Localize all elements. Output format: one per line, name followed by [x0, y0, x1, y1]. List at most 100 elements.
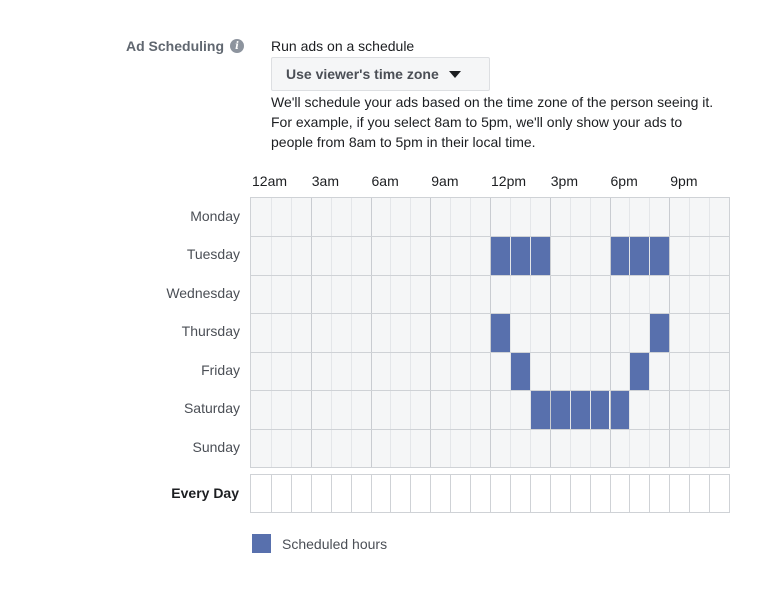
schedule-cell[interactable] [390, 429, 410, 467]
schedule-cell[interactable] [291, 352, 311, 390]
schedule-cell[interactable] [410, 429, 430, 467]
schedule-cell[interactable] [589, 390, 610, 429]
schedule-cell[interactable] [351, 236, 371, 274]
schedule-cell[interactable] [590, 236, 610, 274]
schedule-cell[interactable] [609, 236, 630, 275]
schedule-cell[interactable] [470, 313, 490, 351]
schedule-cell[interactable] [371, 313, 391, 351]
schedule-cell[interactable] [251, 429, 271, 467]
schedule-cell[interactable] [709, 236, 729, 274]
schedule-cell[interactable] [689, 198, 709, 236]
schedule-cell[interactable] [311, 313, 331, 351]
schedule-cell[interactable] [331, 236, 351, 274]
schedule-cell[interactable] [530, 313, 550, 351]
schedule-cell[interactable] [351, 429, 371, 467]
schedule-cell[interactable] [371, 275, 391, 313]
schedule-cell[interactable] [610, 313, 630, 351]
schedule-cell[interactable] [530, 429, 550, 467]
schedule-cell[interactable] [590, 429, 610, 467]
schedule-cell[interactable] [410, 275, 430, 313]
schedule-cell[interactable] [390, 275, 410, 313]
schedule-cell[interactable] [510, 390, 530, 428]
schedule-cell[interactable] [470, 352, 490, 390]
schedule-cell[interactable] [509, 351, 530, 391]
schedule-cell[interactable] [649, 313, 670, 352]
schedule-cell[interactable] [450, 429, 470, 467]
schedule-cell[interactable] [709, 390, 729, 428]
schedule-cell[interactable] [689, 352, 709, 390]
schedule-cell[interactable] [570, 198, 590, 236]
schedule-cell[interactable] [649, 390, 669, 428]
schedule-cell[interactable] [430, 313, 450, 351]
schedule-cell[interactable] [590, 275, 610, 313]
schedule-cell[interactable] [629, 198, 649, 236]
schedule-cell[interactable] [311, 275, 331, 313]
schedule-cell[interactable] [510, 275, 530, 313]
schedule-cell[interactable] [669, 313, 689, 351]
schedule-cell[interactable] [390, 198, 410, 236]
schedule-cell[interactable] [550, 198, 570, 236]
schedule-cell[interactable] [450, 352, 470, 390]
schedule-cell[interactable] [371, 429, 391, 467]
schedule-cell[interactable] [311, 390, 331, 428]
schedule-cell[interactable] [331, 275, 351, 313]
schedule-cell[interactable] [251, 390, 271, 428]
timezone-dropdown[interactable]: Use viewer's time zone [271, 57, 490, 91]
schedule-cell[interactable] [510, 429, 530, 467]
schedule-cell[interactable] [570, 429, 590, 467]
schedule-cell[interactable] [530, 198, 550, 236]
schedule-cell[interactable] [570, 352, 590, 390]
schedule-cell[interactable] [291, 236, 311, 274]
schedule-cell[interactable] [390, 352, 410, 390]
schedule-cell[interactable] [410, 236, 430, 274]
schedule-cell[interactable] [271, 198, 291, 236]
schedule-cell[interactable] [351, 313, 371, 351]
schedule-cell[interactable] [709, 198, 729, 236]
schedule-cell[interactable] [390, 390, 410, 428]
schedule-cell[interactable] [251, 236, 271, 274]
schedule-cell[interactable] [550, 236, 570, 274]
schedule-cell[interactable] [271, 352, 291, 390]
schedule-cell[interactable] [430, 390, 450, 428]
schedule-cell[interactable] [709, 313, 729, 351]
schedule-cell[interactable] [610, 275, 630, 313]
schedule-cell[interactable] [470, 236, 490, 274]
schedule-cell[interactable] [470, 198, 490, 236]
schedule-cell[interactable] [430, 352, 450, 390]
schedule-cell[interactable] [709, 429, 729, 467]
schedule-cell[interactable] [331, 198, 351, 236]
schedule-cell[interactable] [430, 198, 450, 236]
schedule-cell[interactable] [709, 352, 729, 390]
schedule-cell[interactable] [570, 236, 590, 274]
schedule-cell[interactable] [450, 313, 470, 351]
schedule-cell[interactable] [610, 429, 630, 467]
schedule-cell[interactable] [689, 390, 709, 428]
schedule-cell[interactable] [331, 352, 351, 390]
schedule-cell[interactable] [470, 429, 490, 467]
schedule-cell[interactable] [629, 429, 649, 467]
schedule-cell[interactable] [629, 313, 649, 351]
schedule-cell[interactable] [649, 429, 669, 467]
schedule-cell[interactable] [509, 236, 530, 275]
schedule-cell[interactable] [669, 352, 689, 390]
schedule-cell[interactable] [450, 198, 470, 236]
schedule-cell[interactable] [530, 352, 550, 390]
schedule-cell[interactable] [709, 275, 729, 313]
schedule-cell[interactable] [669, 198, 689, 236]
schedule-cell[interactable] [510, 313, 530, 351]
schedule-cell[interactable] [351, 390, 371, 428]
schedule-cell[interactable] [490, 236, 510, 275]
schedule-cell[interactable] [311, 352, 331, 390]
schedule-cell[interactable] [410, 390, 430, 428]
schedule-cell[interactable] [430, 275, 450, 313]
schedule-cell[interactable] [490, 275, 510, 313]
info-icon[interactable]: i [230, 39, 244, 53]
schedule-cell[interactable] [629, 275, 649, 313]
schedule-cell[interactable] [450, 236, 470, 274]
schedule-cell[interactable] [490, 352, 510, 390]
schedule-cell[interactable] [689, 313, 709, 351]
schedule-cell[interactable] [510, 198, 530, 236]
schedule-cell[interactable] [549, 390, 570, 429]
schedule-cell[interactable] [430, 429, 450, 467]
schedule-cell[interactable] [430, 236, 450, 274]
